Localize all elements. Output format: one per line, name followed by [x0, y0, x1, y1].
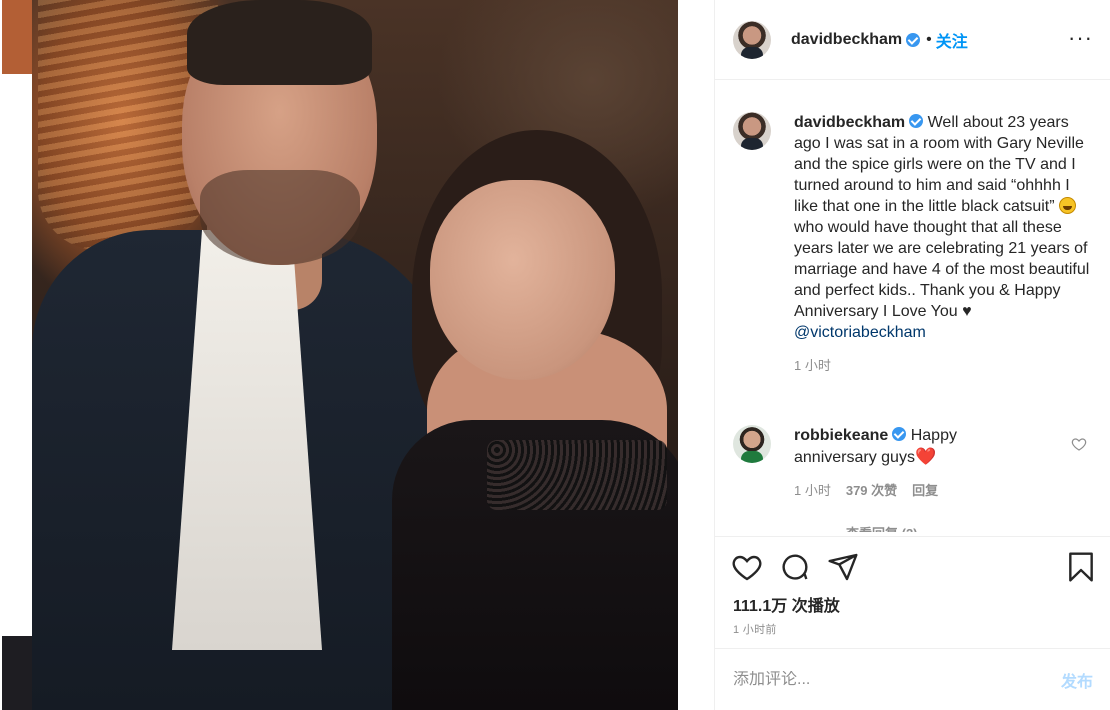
views-count[interactable]: 111.1万 次播放 [733, 592, 840, 616]
bookmark-icon[interactable] [1065, 551, 1097, 583]
caption-time[interactable]: 1 小时 [794, 355, 831, 376]
verified-badge-icon [906, 32, 921, 47]
photo-edge-decoration [2, 636, 36, 710]
comment-like-heart-icon[interactable] [1071, 436, 1087, 452]
heart-icon[interactable] [731, 551, 763, 583]
add-comment-bar: 发布 [715, 648, 1110, 710]
commenter-avatar[interactable] [733, 425, 771, 463]
comment-body: robbiekeane Happy anniversary guys❤️ 1 小… [794, 425, 1044, 501]
photo-edge-decoration [2, 0, 36, 74]
post-photo[interactable] [0, 0, 714, 710]
caption-text: who would have thought that all these ye… [794, 219, 1090, 320]
comment-time[interactable]: 1 小时 [794, 480, 831, 501]
more-options-icon[interactable]: ··· [1068, 27, 1093, 49]
commenter-username[interactable]: robbiekeane [794, 427, 888, 444]
author-avatar[interactable] [733, 112, 771, 150]
grinning-face-icon [1059, 197, 1077, 214]
author-avatar[interactable] [733, 20, 771, 59]
author-name-row: davidbeckham • 关注 [791, 28, 968, 52]
comment-input[interactable] [733, 670, 1061, 689]
post-side-panel: davidbeckham • 关注 ··· davidbeckham Well … [714, 0, 1110, 710]
comment-likes-count[interactable]: 379 次赞 [846, 480, 897, 501]
reply-button[interactable]: 回复 [912, 480, 938, 501]
heart-glyph-icon: ♥ [962, 303, 972, 320]
follow-button[interactable]: 关注 [936, 28, 968, 52]
caption-meta: 1 小时 [794, 355, 1094, 376]
caption-body: davidbeckham Well about 23 years ago I w… [794, 112, 1094, 376]
man-beard-shape [200, 170, 360, 265]
comment-meta: 1 小时 379 次赞 回复 [794, 480, 1044, 501]
verified-badge-icon [909, 114, 924, 128]
post-header: davidbeckham • 关注 ··· [715, 0, 1110, 80]
photo-scene [32, 0, 678, 710]
caption-comment: davidbeckham Well about 23 years ago I w… [733, 112, 1094, 376]
comment-icon[interactable] [779, 551, 811, 583]
view-replies-link[interactable]: 查看回复 (2) [810, 522, 918, 532]
verified-badge-icon [892, 427, 907, 441]
comment-item: robbiekeane Happy anniversary guys❤️ 1 小… [733, 425, 1044, 501]
man-hair-shape [187, 0, 372, 85]
red-heart-emoji-icon: ❤️ [914, 447, 937, 466]
woman-face-shape [430, 180, 615, 380]
caption-username[interactable]: davidbeckham [794, 114, 905, 131]
author-username[interactable]: davidbeckham [791, 31, 902, 49]
posted-time[interactable]: 1 小时前 [733, 621, 777, 637]
separator-dot: • [926, 30, 932, 48]
share-icon[interactable] [827, 551, 859, 583]
post-actions: 111.1万 次播放 1 小时前 [715, 536, 1110, 648]
post-comment-button[interactable]: 发布 [1061, 668, 1093, 692]
comments-list[interactable]: davidbeckham Well about 23 years ago I w… [715, 81, 1110, 536]
mention-link[interactable]: @victoriabeckham [794, 324, 926, 341]
woman-lace-shape [487, 440, 667, 510]
